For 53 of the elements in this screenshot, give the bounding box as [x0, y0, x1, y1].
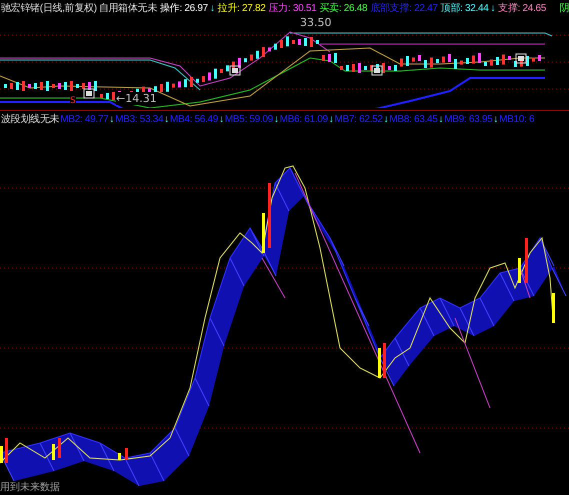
down-arrow-icon: ↓: [493, 114, 498, 124]
indicator-value: MB10: 6: [499, 114, 534, 124]
marker-icon: [516, 54, 526, 64]
down-arrow-icon: ↓: [109, 114, 114, 124]
down-arrow-icon: ↓: [328, 114, 334, 124]
indicator-value: MB7: 62.52: [334, 114, 383, 124]
signal-bar: [125, 448, 128, 460]
indicator-title: 波段划线无未: [1, 112, 60, 126]
indicator-value: MB8: 63.45: [389, 114, 438, 124]
indicator-value: 底部支撑: 22.47: [370, 2, 438, 15]
down-arrow-icon: ↓: [490, 2, 496, 14]
marker-icon: [230, 66, 240, 76]
indicator-value: MB9: 63.95: [444, 114, 492, 124]
marker-icon: [84, 88, 94, 98]
signal-bar: [118, 453, 121, 460]
signal-bar: [262, 213, 265, 253]
indicator-value: 顶部: 32.44: [440, 2, 488, 15]
indicator-value: 操作: 26.97: [160, 2, 208, 15]
indicator-value: 压力: 30.51: [268, 2, 316, 15]
indicator-value: 支撑: 24.65: [498, 2, 546, 15]
signal-bar: [378, 348, 381, 378]
indicator-value: MB3: 53.34: [115, 114, 164, 124]
signal-bar: [268, 183, 271, 248]
indicator-value: 买卖: 26.48: [319, 2, 368, 15]
sell-signal-mark: S: [70, 96, 76, 106]
signal-bar: [5, 438, 8, 463]
indicator-value: MB2: 49.77: [60, 114, 108, 124]
signal-label: 阴: [559, 2, 569, 15]
trend-line: [520, 268, 530, 298]
signal-bar: [0, 446, 3, 463]
signal-bar: [552, 293, 555, 323]
trend-line: [262, 258, 286, 298]
down-arrow-icon: ↓: [384, 114, 388, 124]
down-arrow-icon: ↓: [219, 114, 224, 124]
signal-bar: [525, 238, 528, 283]
down-arrow-icon: ↓: [438, 114, 444, 124]
indicator-value: MB4: 56.49: [170, 114, 218, 124]
down-arrow-icon: ↓: [274, 114, 279, 124]
high-price-label: 33.50: [300, 16, 332, 29]
indicator-value: 拉升: 27.82: [218, 2, 266, 15]
signal-bar: [58, 438, 61, 458]
down-arrow-icon: ↓: [210, 2, 215, 14]
indicator-value: MB6: 61.09: [280, 114, 328, 124]
signal-bar: [52, 444, 55, 460]
indicator-value: MB5: 59.09: [224, 114, 273, 124]
future-data-note: 用到未来数据: [0, 480, 60, 494]
signal-bar: [518, 258, 521, 283]
down-arrow-icon: ↓: [164, 114, 169, 124]
signal-bar: [383, 343, 386, 378]
chart-title: 驰宏锌锗(日线,前复权): [1, 2, 97, 15]
low-price-label: ←14.31: [116, 92, 157, 105]
formula-name: 自用箱体无未: [98, 2, 158, 15]
marker-icon: [372, 66, 382, 76]
